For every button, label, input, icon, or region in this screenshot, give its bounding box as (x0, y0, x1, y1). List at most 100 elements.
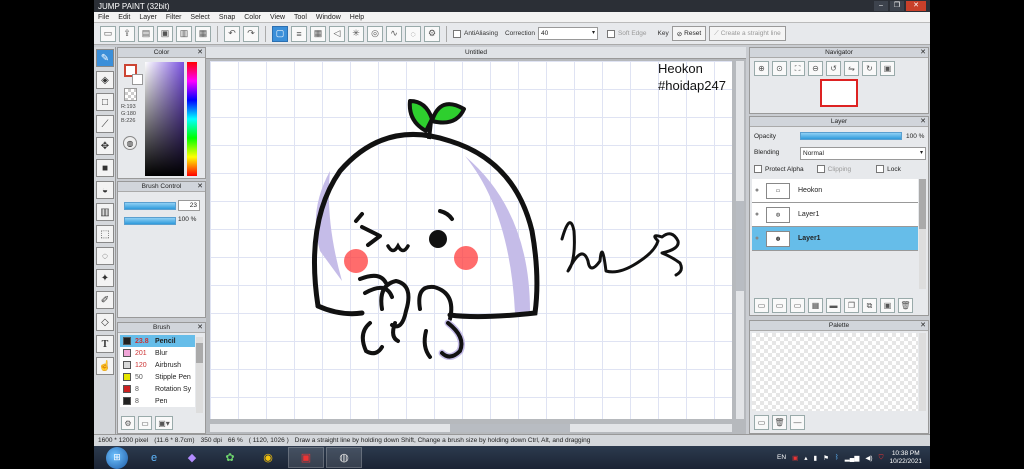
menu-filter[interactable]: Filter (166, 14, 182, 21)
straight-line-button[interactable]: ⟋ Create a straight line (709, 26, 786, 41)
layer-settings-icon[interactable]: ▣ (880, 298, 895, 313)
tray-expand-icon[interactable]: ▴ (804, 454, 807, 462)
close-icon[interactable]: ✕ (920, 48, 926, 58)
zoom-out-icon[interactable]: ⊖ (808, 61, 823, 76)
bucket-tool-icon[interactable]: ◒ (96, 181, 114, 199)
visibility-icon[interactable]: ● (752, 187, 762, 194)
transparent-swatch[interactable] (124, 88, 137, 101)
lock-checkbox[interactable] (876, 165, 885, 173)
zoom-in-icon[interactable]: ⊕ (754, 61, 769, 76)
hand-tool-icon[interactable]: ☝ (96, 357, 114, 375)
brush-list-scrollbar[interactable] (196, 337, 203, 413)
close-icon[interactable]: ✕ (197, 323, 203, 333)
brush-item[interactable]: 8 Pen (120, 395, 195, 407)
layer-row[interactable]: ● ◍ Layer1 (752, 203, 918, 227)
lasso-tool-icon[interactable]: ◌ (96, 247, 114, 265)
palette-swatch-area[interactable] (752, 333, 918, 411)
line-tool-icon[interactable]: ⟋ (96, 115, 114, 133)
comment-icon[interactable]: ▤ (138, 25, 154, 42)
blending-select[interactable]: Normal (800, 147, 926, 160)
snap-circle-icon[interactable]: ◎ (367, 25, 383, 42)
redo-icon[interactable]: ↷ (243, 25, 259, 42)
snap-radial-icon[interactable]: ✳ (348, 25, 364, 42)
background-color-swatch[interactable] (132, 74, 143, 85)
maximize-button[interactable]: ❐ (890, 1, 904, 11)
bluetooth-icon[interactable]: ᛒ (835, 454, 839, 461)
menu-window[interactable]: Window (316, 14, 341, 21)
snap-setting-icon[interactable]: ⚙ (424, 25, 440, 42)
snap-vanish-icon[interactable]: ◁ (329, 25, 345, 42)
menu-select[interactable]: Select (190, 14, 209, 21)
brush-menu-icon[interactable]: ▣▾ (155, 416, 173, 430)
minimize-button[interactable]: – (874, 1, 888, 11)
save-icon[interactable]: ▣ (157, 25, 173, 42)
menu-layer[interactable]: Layer (139, 14, 157, 21)
open-file-icon[interactable]: ⇪ (119, 25, 135, 42)
battery-icon[interactable]: ▮ (813, 454, 817, 462)
menu-color[interactable]: Color (244, 14, 261, 21)
canvas-horizontal-scrollbar[interactable] (210, 424, 732, 432)
navigator-preview[interactable] (820, 79, 858, 107)
reset-button[interactable]: ⊘ Reset (671, 26, 707, 41)
select-eraser-tool-icon[interactable]: ◇ (96, 313, 114, 331)
palette-new-icon[interactable]: ▭ (754, 415, 769, 430)
palette-delete-icon[interactable]: 🗑 (772, 415, 787, 430)
brush-item[interactable]: 50 Stipple Pen (120, 371, 195, 383)
internet-explorer-icon[interactable]: e (136, 447, 172, 468)
snap-ellipse-icon[interactable]: ◌ (405, 25, 421, 42)
new-halftone-layer-icon[interactable]: ▦ (808, 298, 823, 313)
shield-icon[interactable]: ⛉ (879, 454, 884, 462)
close-icon[interactable]: ✕ (920, 117, 926, 127)
brush-settings-icon[interactable]: ⚙ (121, 416, 135, 430)
protect-alpha-checkbox[interactable] (754, 165, 762, 173)
magic-wand-tool-icon[interactable]: ✦ (96, 269, 114, 287)
visual-studio-icon[interactable]: ◆ (174, 447, 210, 468)
snap-off-icon[interactable]: ▢ (272, 25, 288, 42)
delete-layer-icon[interactable]: 🗑 (898, 298, 913, 313)
layer-list-scrollbar[interactable] (919, 179, 926, 289)
zoom-reset-icon[interactable]: ⊙ (772, 61, 787, 76)
fit-screen-icon[interactable]: ⛶ (790, 61, 805, 76)
layer-row[interactable]: ● ◍ Layer1 (752, 227, 918, 251)
jump-paint-task-icon[interactable]: ▣ (288, 447, 324, 468)
rect-select-tool-icon[interactable]: ⬚ (96, 225, 114, 243)
new-layer-8bit-icon[interactable]: ▭ (772, 298, 787, 313)
merge-layer-icon[interactable]: ⧉ (862, 298, 877, 313)
flip-icon[interactable]: ⇋ (844, 61, 859, 76)
snap-cross-icon[interactable]: ▦ (310, 25, 326, 42)
close-icon[interactable]: ✕ (920, 321, 926, 331)
menu-edit[interactable]: Edit (118, 14, 130, 21)
menu-help[interactable]: Help (350, 14, 364, 21)
volume-icon[interactable]: ◀) (865, 454, 872, 462)
gradient-tool-icon[interactable]: ▥ (96, 203, 114, 221)
snap-curve-icon[interactable]: ∿ (386, 25, 402, 42)
soft-edge-checkbox[interactable] (606, 29, 615, 38)
close-button[interactable]: ✕ (906, 1, 926, 11)
paint-palette-task-icon[interactable]: ◍ (326, 447, 362, 468)
snap-parallel-icon[interactable]: ≡ (291, 25, 307, 42)
copy-layer-icon[interactable]: ❐ (844, 298, 859, 313)
palette-scrollbar[interactable] (919, 333, 926, 411)
brush-new-icon[interactable]: ▭ (138, 416, 152, 430)
antivirus-icon[interactable]: ▣ (792, 454, 798, 462)
visibility-icon[interactable]: ● (752, 211, 762, 218)
move-tool-icon[interactable]: ✥ (96, 137, 114, 155)
fill-rect-tool-icon[interactable]: ■ (96, 159, 114, 177)
hue-slider[interactable] (187, 62, 197, 176)
brush-item[interactable]: 201 Blur (120, 347, 195, 359)
rotate-right-icon[interactable]: ↻ (862, 61, 877, 76)
layer-row[interactable]: ● ▭ Heokon (752, 179, 918, 203)
close-icon[interactable]: ✕ (197, 48, 203, 58)
menu-file[interactable]: File (98, 14, 109, 21)
network-icon[interactable]: ▂▄▆ (845, 454, 860, 462)
brush-item[interactable]: 8 Rotation Sy (120, 383, 195, 395)
shape-tool-icon[interactable]: □ (96, 93, 114, 111)
drawing-canvas[interactable]: Heokon #hoidap247 (210, 61, 732, 419)
brush-tool-icon[interactable]: ✎ (96, 49, 114, 67)
rotate-left-icon[interactable]: ↺ (826, 61, 841, 76)
correction-select[interactable]: 40 (537, 27, 598, 40)
visibility-icon[interactable]: ● (752, 235, 762, 242)
start-button[interactable]: ⊞ (106, 446, 128, 469)
clock[interactable]: 10:38 PM 10/22/2021 (889, 450, 922, 466)
brush-item[interactable]: 23.8 Pencil (120, 335, 195, 347)
